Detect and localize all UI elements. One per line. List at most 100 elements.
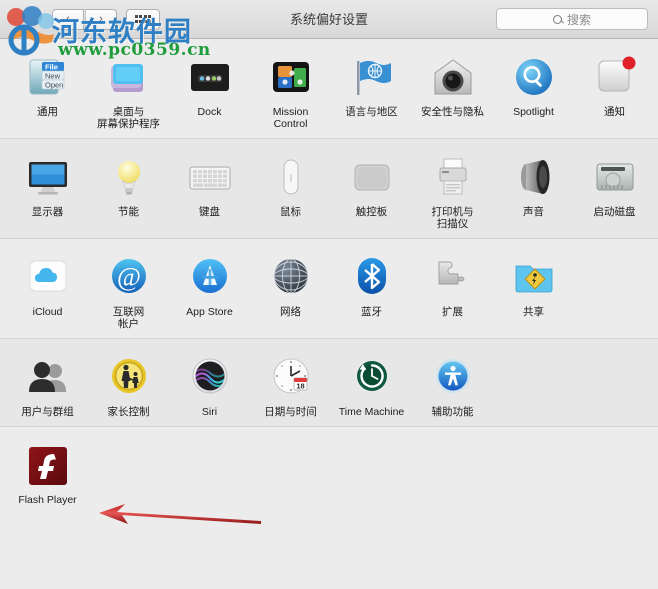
pref-item-general[interactable]: File New Open 通用 <box>7 50 88 130</box>
pref-label: 键盘 <box>199 206 220 218</box>
pref-item-desktop-screensaver[interactable]: 桌面与 屏幕保护程序 <box>88 50 169 130</box>
language-region-icon <box>348 54 396 102</box>
back-button[interactable]: ‹ <box>52 8 84 30</box>
keyboard-icon <box>186 154 234 202</box>
pref-label: Spotlight <box>513 106 554 118</box>
pref-label: 打印机与 扫描仪 <box>431 206 474 230</box>
general-icon: File New Open <box>24 54 72 102</box>
other-row: Flash Player <box>0 427 658 537</box>
pref-item-spotlight[interactable]: Spotlight <box>493 50 574 130</box>
pref-item-security-privacy[interactable]: 安全性与隐私 <box>412 50 493 130</box>
pref-item-sound[interactable]: 声音 <box>493 150 574 230</box>
pref-item-startup-disk[interactable]: 启动磁盘 <box>574 150 655 230</box>
search-field[interactable]: 搜索 <box>496 8 648 30</box>
pref-label: 桌面与 屏幕保护程序 <box>97 106 160 130</box>
pref-item-date-time[interactable]: 18 日期与时间 <box>250 350 331 418</box>
system-preferences-window: ‹ › 系统偏好设置 搜索 File New Open 通用 桌面与 屏幕保护程… <box>0 0 658 589</box>
pref-label: 日期与时间 <box>264 406 317 418</box>
back-chevron-icon: ‹ <box>66 13 70 25</box>
pref-item-displays[interactable]: 显示器 <box>7 150 88 230</box>
pref-label: 触控板 <box>355 206 388 218</box>
siri-icon <box>186 354 234 402</box>
forward-button[interactable]: › <box>85 8 117 30</box>
pref-label: 家长控制 <box>107 406 150 418</box>
internet-accounts-icon: @ <box>105 254 153 302</box>
pref-item-energy-saver[interactable]: 节能 <box>88 150 169 230</box>
nav-button-group: ‹ › <box>52 8 117 30</box>
accessibility-icon <box>429 354 477 402</box>
pref-label: Siri <box>201 406 218 418</box>
date-time-icon: 18 <box>267 354 315 402</box>
pref-item-app-store[interactable]: App Store <box>169 250 250 330</box>
pref-label: 扩展 <box>442 306 463 318</box>
network-icon <box>267 254 315 302</box>
search-icon <box>552 14 562 24</box>
preferences-grid: File New Open 通用 桌面与 屏幕保护程序 Dock Mission… <box>0 39 658 537</box>
pref-label: 通用 <box>37 106 58 118</box>
app-store-icon <box>186 254 234 302</box>
pref-item-mission-control[interactable]: Mission Control <box>250 50 331 130</box>
pref-label: 语言与地区 <box>345 106 398 118</box>
forward-chevron-icon: › <box>99 13 103 25</box>
system-row: 用户与群组 家长控制 Siri 18 日期与时间 Time Machine 辅助… <box>0 339 658 427</box>
pref-item-printers-scanners[interactable]: 打印机与 扫描仪 <box>412 150 493 230</box>
dock-icon <box>186 54 234 102</box>
pref-item-trackpad[interactable]: 触控板 <box>331 150 412 230</box>
svg-text:File: File <box>45 63 58 72</box>
pref-label: 共享 <box>523 306 544 318</box>
mouse-icon <box>267 154 315 202</box>
pref-label: 通知 <box>604 106 625 118</box>
pref-item-extensions[interactable]: 扩展 <box>412 250 493 330</box>
pref-item-language-region[interactable]: 语言与地区 <box>331 50 412 130</box>
sound-icon <box>510 154 558 202</box>
pref-label: iCloud <box>32 306 63 318</box>
pref-label: App Store <box>186 306 233 318</box>
pref-label: 安全性与隐私 <box>421 106 484 118</box>
pref-item-flash-player[interactable]: Flash Player <box>7 438 88 529</box>
pref-item-icloud[interactable]: iCloud <box>7 250 88 330</box>
mission-control-icon <box>267 54 315 102</box>
energy-saver-icon <box>105 154 153 202</box>
pref-item-notifications[interactable]: 通知 <box>574 50 655 130</box>
pref-item-time-machine[interactable]: Time Machine <box>331 350 412 418</box>
pref-label: 用户与群组 <box>21 406 74 418</box>
startup-disk-icon <box>591 154 639 202</box>
pref-label: 网络 <box>280 306 301 318</box>
svg-text:New: New <box>45 72 61 81</box>
printers-scanners-icon <box>429 154 477 202</box>
grid-icon <box>134 15 152 23</box>
pref-label: 蓝牙 <box>361 306 382 318</box>
pref-item-accessibility[interactable]: 辅助功能 <box>412 350 493 418</box>
sharing-icon <box>510 254 558 302</box>
pref-label: Dock <box>197 106 222 118</box>
displays-icon <box>24 154 72 202</box>
pref-item-sharing[interactable]: 共享 <box>493 250 574 330</box>
parental-controls-icon <box>105 354 153 402</box>
calendar-day: 18 <box>296 382 304 391</box>
pref-label: 节能 <box>118 206 139 218</box>
pref-label: 声音 <box>523 206 544 218</box>
pref-item-internet-accounts[interactable]: @ 互联网 帐户 <box>88 250 169 330</box>
pref-item-mouse[interactable]: 鼠标 <box>250 150 331 230</box>
pref-label: Time Machine <box>338 406 405 418</box>
show-all-button[interactable] <box>126 8 160 30</box>
extensions-icon <box>429 254 477 302</box>
pref-item-network[interactable]: 网络 <box>250 250 331 330</box>
pref-label: Mission Control <box>272 106 309 130</box>
pref-item-users-groups[interactable]: 用户与群组 <box>7 350 88 418</box>
security-privacy-icon <box>429 54 477 102</box>
svg-text:@: @ <box>117 263 141 292</box>
pref-item-parental-controls[interactable]: 家长控制 <box>88 350 169 418</box>
pref-label: 启动磁盘 <box>593 206 636 218</box>
internet-row: iCloud @ 互联网 帐户 App Store 网络 蓝牙 扩展 共享 <box>0 239 658 339</box>
pref-item-bluetooth[interactable]: 蓝牙 <box>331 250 412 330</box>
pref-item-keyboard[interactable]: 键盘 <box>169 150 250 230</box>
users-groups-icon <box>24 354 72 402</box>
pref-item-dock[interactable]: Dock <box>169 50 250 130</box>
spotlight-icon <box>510 54 558 102</box>
flash-player-icon <box>24 442 72 490</box>
notification-badge-dot <box>622 56 635 70</box>
pref-label: Flash Player <box>18 494 77 506</box>
trackpad-icon <box>348 154 396 202</box>
pref-item-siri[interactable]: Siri <box>169 350 250 418</box>
